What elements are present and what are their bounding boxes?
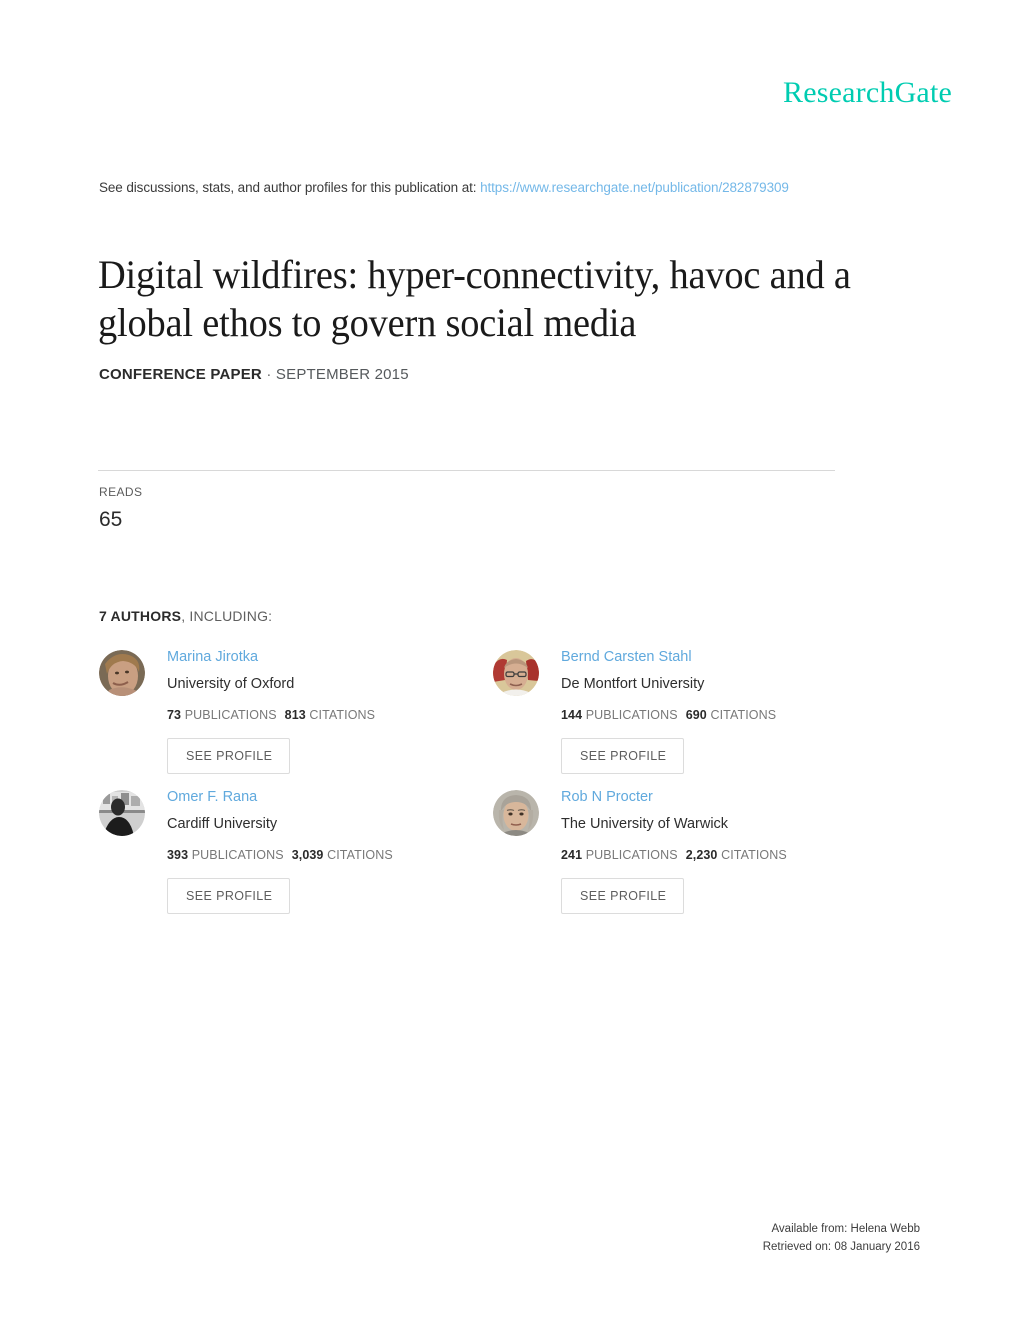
avatar-photo-rob-n-procter bbox=[493, 790, 539, 836]
publications-count: 144 bbox=[561, 708, 583, 722]
author-name-link[interactable]: Omer F. Rana bbox=[167, 787, 393, 807]
citations-count: 3,039 bbox=[291, 848, 324, 862]
author-card: Omer F. Rana Cardiff University 393 PUBL… bbox=[99, 786, 493, 914]
researchgate-publication-page: ResearchGate See discussions, stats, and… bbox=[0, 0, 1020, 1320]
citations-label: CITATIONS bbox=[327, 848, 393, 862]
author-info: Bernd Carsten Stahl De Montfort Universi… bbox=[561, 646, 776, 774]
avatar bbox=[99, 790, 145, 836]
author-institution: Cardiff University bbox=[167, 816, 278, 832]
reads-label: READS bbox=[99, 485, 143, 499]
author-info: Rob N Procter The University of Warwick … bbox=[561, 786, 787, 914]
see-profile-button[interactable]: SEE PROFILE bbox=[561, 878, 685, 914]
authors-heading: 7 AUTHORS, INCLUDING: bbox=[99, 608, 272, 624]
publication-date: SEPTEMBER 2015 bbox=[275, 366, 409, 383]
author-institution: University of Oxford bbox=[167, 676, 295, 692]
avatar-photo-omer-f-rana bbox=[99, 790, 145, 836]
citations-count: 2,230 bbox=[685, 848, 718, 862]
avatar bbox=[493, 650, 539, 696]
see-profile-button[interactable]: SEE PROFILE bbox=[561, 738, 685, 774]
available-from: Available from: Helena Webb bbox=[771, 1223, 920, 1235]
author-name-link[interactable]: Rob N Procter bbox=[561, 787, 787, 807]
author-metrics: 73 PUBLICATIONS 813 CITATIONS bbox=[167, 706, 375, 724]
publication-kind: CONFERENCE PAPER bbox=[99, 366, 262, 383]
avatar bbox=[493, 790, 539, 836]
author-row: Omer F. Rana Cardiff University 393 PUBL… bbox=[99, 786, 899, 914]
publications-count: 393 bbox=[167, 848, 189, 862]
avatar-photo-marina-jirotka bbox=[99, 650, 145, 696]
citations-count: 690 bbox=[685, 708, 707, 722]
discussion-line: See discussions, stats, and author profi… bbox=[99, 180, 789, 195]
author-name-link[interactable]: Bernd Carsten Stahl bbox=[561, 647, 776, 667]
authors-count: 7 AUTHORS bbox=[99, 608, 182, 624]
publications-count: 241 bbox=[561, 848, 583, 862]
publication-type-line: CONFERENCE PAPER · SEPTEMBER 2015 bbox=[99, 366, 409, 383]
see-profile-button[interactable]: SEE PROFILE bbox=[167, 878, 291, 914]
publications-label: PUBLICATIONS bbox=[585, 708, 678, 722]
author-card: Marina Jirotka University of Oxford 73 P… bbox=[99, 646, 493, 774]
page-title: Digital wildfires: hyper-connectivity, h… bbox=[98, 251, 851, 345]
authors-including: , INCLUDING: bbox=[181, 608, 273, 624]
researchgate-logo: ResearchGate bbox=[783, 76, 952, 109]
publication-separator: · bbox=[266, 366, 272, 383]
publication-url-link[interactable]: https://www.researchgate.net/publication… bbox=[480, 180, 789, 195]
author-card: Bernd Carsten Stahl De Montfort Universi… bbox=[493, 646, 887, 774]
avatar-photo-bernd-carsten-stahl bbox=[493, 650, 539, 696]
authors-grid: Marina Jirotka University of Oxford 73 P… bbox=[99, 646, 899, 926]
citations-label: CITATIONS bbox=[309, 708, 376, 722]
author-name-link[interactable]: Marina Jirotka bbox=[167, 647, 375, 667]
footer: Available from: Helena Webb Retrieved on… bbox=[763, 1220, 920, 1256]
citations-count: 813 bbox=[284, 708, 306, 722]
see-profile-button[interactable]: SEE PROFILE bbox=[167, 738, 291, 774]
author-metrics: 144 PUBLICATIONS 690 CITATIONS bbox=[561, 706, 776, 724]
author-card: Rob N Procter The University of Warwick … bbox=[493, 786, 887, 914]
reads-value: 65 bbox=[99, 508, 123, 531]
discussion-prefix: See discussions, stats, and author profi… bbox=[99, 180, 477, 195]
author-institution: De Montfort University bbox=[561, 676, 705, 692]
reads-stat: READS 65 bbox=[99, 484, 142, 535]
publications-label: PUBLICATIONS bbox=[191, 848, 284, 862]
retrieved-on: Retrieved on: 08 January 2016 bbox=[762, 1241, 920, 1253]
publications-label: PUBLICATIONS bbox=[585, 848, 678, 862]
section-divider bbox=[98, 470, 835, 471]
publications-count: 73 bbox=[167, 708, 182, 722]
citations-label: CITATIONS bbox=[710, 708, 777, 722]
author-institution: The University of Warwick bbox=[561, 816, 729, 832]
publications-label: PUBLICATIONS bbox=[184, 708, 277, 722]
citations-label: CITATIONS bbox=[721, 848, 787, 862]
author-row: Marina Jirotka University of Oxford 73 P… bbox=[99, 646, 899, 774]
author-info: Marina Jirotka University of Oxford 73 P… bbox=[167, 646, 375, 774]
avatar bbox=[99, 650, 145, 696]
author-metrics: 241 PUBLICATIONS 2,230 CITATIONS bbox=[561, 846, 787, 864]
author-metrics: 393 PUBLICATIONS 3,039 CITATIONS bbox=[167, 846, 393, 864]
author-info: Omer F. Rana Cardiff University 393 PUBL… bbox=[167, 786, 393, 914]
